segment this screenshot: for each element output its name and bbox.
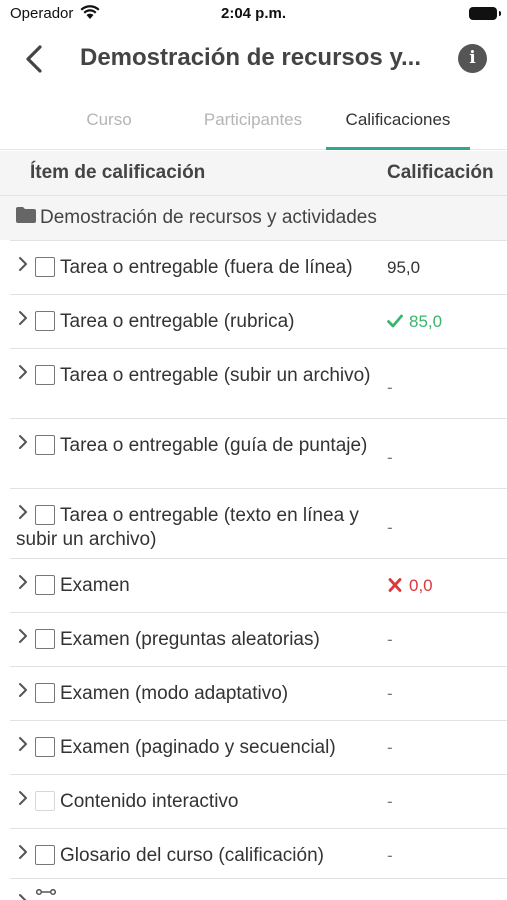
- grade-text: -: [387, 630, 393, 649]
- grade-item-label: Examen (paginado y secuencial): [60, 737, 336, 758]
- cross-icon: [388, 578, 402, 592]
- table-row[interactable]: Tarea o entregable (subir un archivo) -: [10, 348, 507, 418]
- partial-row: [10, 878, 507, 900]
- check-icon: [387, 314, 403, 328]
- tab-grades[interactable]: Calificaciones: [326, 92, 470, 150]
- grade-item-label: Tarea o entregable (texto en línea y sub…: [16, 505, 359, 550]
- page-title: Demostración de recursos y...: [80, 44, 422, 71]
- table-row[interactable]: Glosario del curso (calificación) -: [10, 828, 507, 882]
- grade-value: -: [387, 378, 393, 398]
- grade-text: -: [387, 738, 393, 757]
- grade-item-label: Tarea o entregable (subir un archivo): [60, 365, 371, 386]
- navigation-bar: Demostración de recursos y... i: [0, 30, 507, 88]
- table-row[interactable]: Tarea o entregable (rubrica) 85,0: [10, 294, 507, 348]
- grade-value: -: [387, 792, 393, 812]
- table-row[interactable]: Examen 0,0: [10, 558, 507, 612]
- grade-text: -: [387, 378, 393, 397]
- grade-text: -: [387, 792, 393, 811]
- table-row[interactable]: Contenido interactivo -: [10, 774, 507, 828]
- info-icon: i: [469, 48, 476, 68]
- chevron-right-icon: [19, 894, 27, 900]
- table-row[interactable]: Examen (modo adaptativo) -: [10, 666, 507, 720]
- category-row: Demostración de recursos y actividades: [0, 196, 507, 240]
- grade-text: -: [387, 846, 393, 865]
- grade-text: 0,0: [409, 576, 433, 595]
- grade-item-label: Examen (modo adaptativo): [60, 683, 289, 704]
- grade-items-list: Tarea o entregable (fuera de línea) 95,0 T…: [10, 240, 507, 882]
- grade-text: -: [387, 518, 393, 537]
- grade-value: 85,0: [387, 312, 442, 332]
- grade-text: -: [387, 448, 393, 467]
- column-header-item: Ítem de calificación: [30, 162, 206, 183]
- grade-value: 0,0: [387, 576, 433, 596]
- tab-bar: Curso Participantes Calificaciones: [0, 92, 507, 150]
- grade-item-label: Contenido interactivo: [60, 791, 239, 812]
- grade-value: -: [387, 630, 393, 650]
- grades-table-header: Ítem de calificación Calificación: [0, 151, 507, 196]
- chevron-left-icon: [26, 45, 42, 73]
- table-row[interactable]: Examen (preguntas aleatorias) -: [10, 612, 507, 666]
- table-row[interactable]: Tarea o entregable (guía de puntaje) -: [10, 418, 507, 488]
- table-row[interactable]: Tarea o entregable (fuera de línea) 95,0: [10, 240, 507, 294]
- grade-value: -: [387, 684, 393, 704]
- grade-item-label: Tarea o entregable (guía de puntaje): [60, 435, 368, 456]
- battery-icon: [469, 7, 501, 20]
- grade-value: 95,0: [387, 258, 420, 278]
- back-button[interactable]: [18, 42, 52, 76]
- table-row[interactable]: Examen (paginado y secuencial) -: [10, 720, 507, 774]
- table-row[interactable]: Tarea o entregable (texto en línea y sub…: [10, 488, 507, 558]
- grade-value: -: [387, 448, 393, 468]
- grade-item-label: Tarea o entregable (fuera de línea): [60, 257, 353, 278]
- grade-item-label: Glosario del curso (calificación): [60, 845, 324, 866]
- info-button[interactable]: i: [458, 44, 487, 73]
- column-header-grade: Calificación: [387, 162, 494, 183]
- grade-value: -: [387, 518, 393, 538]
- tab-participants[interactable]: Participantes: [180, 92, 326, 150]
- grade-item-label: Examen (preguntas aleatorias): [60, 629, 320, 650]
- status-bar: Operador 2:04 p.m.: [0, 0, 507, 30]
- tab-course[interactable]: Curso: [40, 92, 178, 150]
- grade-item-label: Tarea o entregable (rubrica): [60, 311, 295, 332]
- folder-icon: [16, 207, 36, 223]
- grade-text: 85,0: [409, 312, 443, 331]
- category-label: Demostración de recursos y actividades: [40, 207, 377, 228]
- grade-item-label: Examen: [60, 575, 130, 596]
- grade-text: -: [387, 684, 393, 703]
- clock: 2:04 p.m.: [220, 5, 287, 22]
- grade-text: 95,0: [387, 258, 421, 277]
- workshop-icon: [36, 889, 56, 896]
- grade-value: -: [387, 846, 393, 866]
- grade-value: -: [387, 738, 393, 758]
